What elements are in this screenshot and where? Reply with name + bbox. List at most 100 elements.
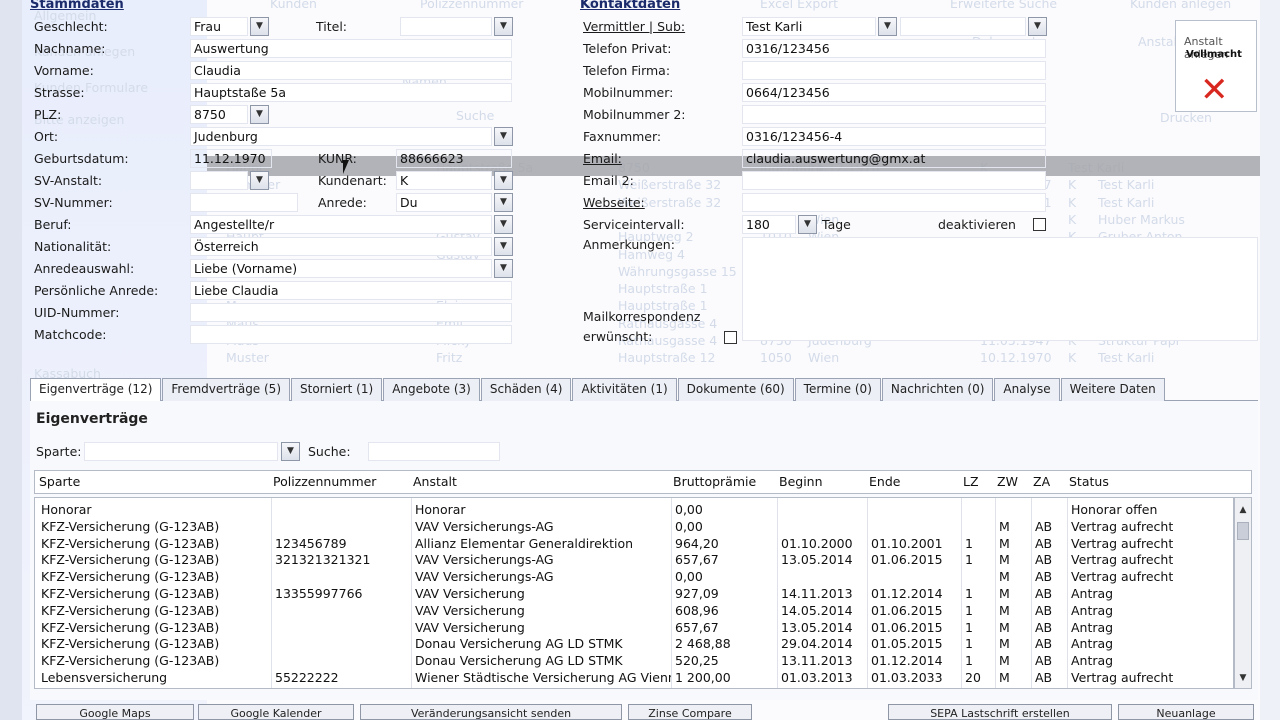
tab-weitere-daten[interactable]: Weitere Daten [1060, 378, 1165, 401]
fax-field[interactable]: 0316/123456-4 [742, 127, 1046, 146]
serviceintervall-dropdown-icon[interactable]: ▼ [798, 215, 817, 234]
column-header[interactable]: ZA [1033, 474, 1050, 489]
mailkorrespondenz-checkbox[interactable] [724, 331, 737, 344]
scroll-thumb[interactable] [1237, 522, 1249, 540]
email2-field[interactable] [742, 171, 1046, 190]
scroll-up-icon[interactable]: ▲ [1235, 502, 1251, 518]
uid-field[interactable] [190, 303, 512, 322]
plz-field[interactable]: 8750 [190, 105, 248, 124]
bottom-button[interactable]: Veränderungsansicht senden [360, 704, 622, 720]
tab-termine[interactable]: Termine (0) [794, 378, 881, 401]
kundenart-dropdown-icon[interactable]: ▼ [494, 171, 513, 190]
column-header[interactable]: Sparte [39, 474, 80, 489]
webseite-field[interactable] [742, 193, 1046, 212]
ort-field[interactable]: Judenburg [190, 127, 492, 146]
tab-aktivitäten[interactable]: Aktivitäten (1) [572, 378, 677, 401]
strasse-field[interactable]: Hauptstaße 5a [190, 83, 512, 102]
beruf-dropdown-icon[interactable]: ▼ [494, 215, 513, 234]
column-header[interactable]: Bruttoprämie [673, 474, 756, 489]
ghost-top-button: Polizzennummer [420, 0, 524, 11]
sparte-select[interactable] [84, 442, 278, 461]
email-field[interactable]: claudia.auswertung@gmx.at [742, 149, 1046, 168]
tab-storniert[interactable]: Storniert (1) [291, 378, 383, 401]
tab-dokumente[interactable]: Dokumente (60) [677, 378, 794, 401]
scroll-down-icon[interactable]: ▼ [1235, 670, 1251, 686]
nachname-field[interactable]: Auswertung [190, 39, 512, 58]
table-row[interactable]: KFZ-Versicherung (G-123AB) 321321321321 VA… [35, 552, 1233, 569]
table-row[interactable]: KFZ-Versicherung (G-123AB) VAV Versicheru… [35, 519, 1233, 536]
titel-select[interactable] [400, 17, 492, 36]
mobil-field[interactable]: 0664/123456 [742, 83, 1046, 102]
svanstalt-dropdown-icon[interactable]: ▼ [250, 171, 269, 190]
tab-eigenverträge[interactable]: Eigenverträge (12) [30, 378, 162, 401]
tab-fremdverträge[interactable]: Fremdverträge (5) [162, 378, 291, 401]
beruf-select[interactable]: Angestellte/r [190, 215, 492, 234]
svnummer-field[interactable] [190, 193, 298, 212]
vermittler-label[interactable]: Vermittler | Sub: [583, 19, 685, 34]
column-header[interactable]: Anstalt [413, 474, 457, 489]
kunr-field[interactable]: 88666623 [396, 149, 512, 168]
plz-dropdown-icon[interactable]: ▼ [250, 105, 269, 124]
vollmacht-panel[interactable]: Anstalt anlegen Vollmacht ✕ [1175, 20, 1257, 112]
vorname-field[interactable]: Claudia [190, 61, 512, 80]
table-cell: Allianz Elementar Generaldirektion [415, 535, 634, 551]
anrede-select[interactable]: Du [396, 193, 492, 212]
anrede-dropdown-icon[interactable]: ▼ [494, 193, 513, 212]
table-cell: 927,09 [675, 586, 719, 601]
tab-angebote[interactable]: Angebote (3) [383, 378, 480, 401]
column-header[interactable]: ZW [997, 474, 1018, 489]
column-header[interactable]: LZ [963, 474, 979, 489]
svanstalt-select[interactable] [190, 171, 248, 190]
table-cell [275, 620, 411, 637]
table-row[interactable]: KFZ-Versicherung (G-123AB) VAV Versicheru… [35, 620, 1233, 637]
persanrede-field[interactable]: Liebe Claudia [190, 281, 512, 300]
table-row[interactable]: Honorar Honorar 0,00 Honorar offen [35, 502, 1233, 519]
table-row[interactable]: KFZ-Versicherung (G-123AB) 13355997766 VAV… [35, 586, 1233, 603]
ort-dropdown-icon[interactable]: ▼ [494, 127, 513, 146]
titel-dropdown-icon[interactable]: ▼ [494, 17, 513, 36]
bottom-button[interactable]: Neuanlage [1118, 704, 1254, 720]
bottom-button[interactable]: Zinse Compare [628, 704, 752, 720]
kundenart-select[interactable]: K [396, 171, 492, 190]
column-header[interactable]: Status [1069, 474, 1109, 489]
anmerkungen-textarea[interactable] [742, 237, 1258, 341]
matchcode-field[interactable] [190, 325, 512, 344]
anredeauswahl-select[interactable]: Liebe (Vorname) [190, 259, 492, 278]
bottom-button[interactable]: SEPA Lastschrift erstellen [888, 704, 1112, 720]
nationalitaet-dropdown-icon[interactable]: ▼ [494, 237, 513, 256]
sparte-dropdown-icon[interactable]: ▼ [281, 442, 300, 461]
column-header[interactable]: Polizzennummer [273, 474, 376, 489]
tab-schäden[interactable]: Schäden (4) [480, 378, 572, 401]
serviceintervall-select[interactable]: 180 [742, 215, 796, 234]
suche-input[interactable] [368, 442, 500, 461]
vermittler-dropdown-icon[interactable]: ▼ [878, 17, 897, 36]
table-row[interactable]: KFZ-Versicherung (G-123AB) VAV Versicheru… [35, 603, 1233, 620]
sub-dropdown-icon[interactable]: ▼ [1028, 17, 1047, 36]
column-header[interactable]: Beginn [779, 474, 823, 489]
table-row[interactable]: Lebensversicherung 55222222 Wiener Städtis… [35, 670, 1233, 687]
tab-nachrichten[interactable]: Nachrichten (0) [881, 378, 994, 401]
vermittler-select[interactable]: Test Karli [742, 17, 876, 36]
bottom-button[interactable]: Google Kalender [198, 704, 354, 720]
geschlecht-select[interactable]: Frau [190, 17, 248, 36]
sub-select[interactable] [900, 17, 1026, 36]
email-label[interactable]: Email: [583, 151, 622, 166]
mobil2-field[interactable] [742, 105, 1046, 124]
table-row[interactable]: KFZ-Versicherung (G-123AB) VAV Versicheru… [35, 569, 1233, 586]
close-icon[interactable]: ✕ [1200, 73, 1229, 107]
tab-analyse[interactable]: Analyse [994, 378, 1060, 401]
table-row[interactable]: KFZ-Versicherung (G-123AB) 123456789 Allia… [35, 535, 1233, 553]
tel-privat-field[interactable]: 0316/123456 [742, 39, 1046, 58]
webseite-label[interactable]: Webseite: [583, 195, 645, 210]
geschlecht-dropdown-icon[interactable]: ▼ [250, 17, 269, 36]
geburtsdatum-field[interactable]: 11.12.1970 [190, 149, 272, 168]
tel-firma-field[interactable] [742, 61, 1046, 80]
anredeauswahl-dropdown-icon[interactable]: ▼ [494, 259, 513, 278]
table-row[interactable]: KFZ-Versicherung (G-123AB) Donau Versiche… [35, 653, 1233, 670]
bottom-button[interactable]: Google Maps [36, 704, 194, 720]
contracts-scrollbar[interactable]: ▲ ▼ [1234, 497, 1252, 689]
nationalitaet-select[interactable]: Österreich [190, 237, 492, 256]
column-header[interactable]: Ende [869, 474, 900, 489]
deaktivieren-checkbox[interactable] [1033, 218, 1046, 231]
table-row[interactable]: KFZ-Versicherung (G-123AB) Donau Versiche… [35, 636, 1233, 653]
